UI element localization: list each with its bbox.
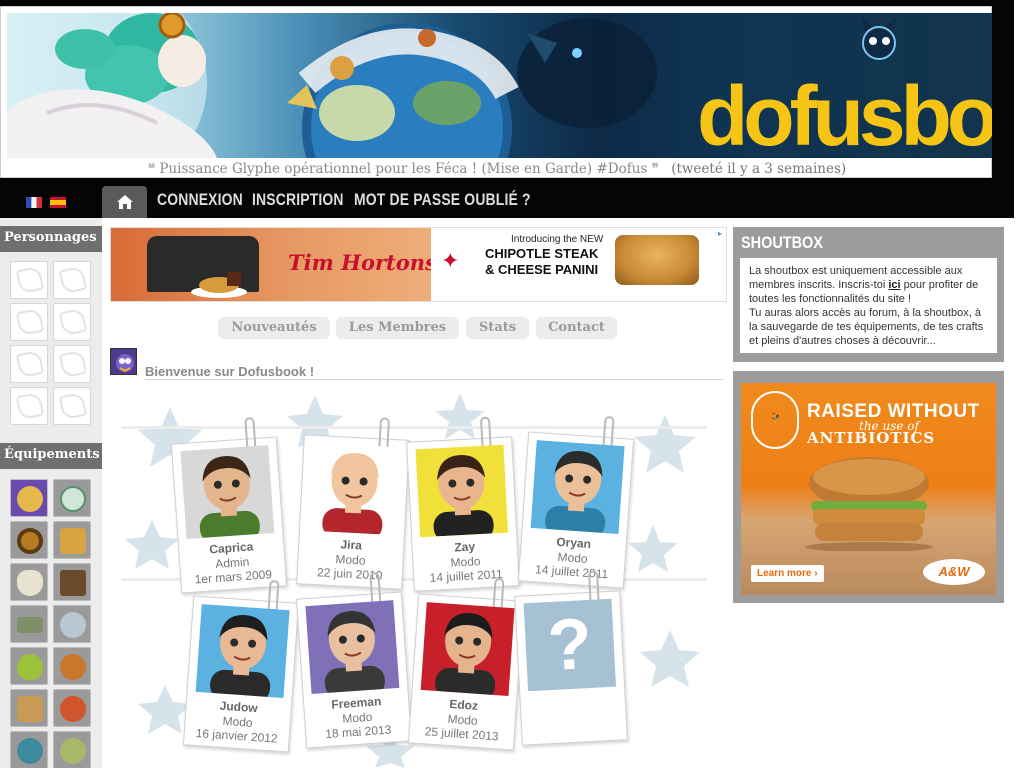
open-quote-icon: ❝ (147, 161, 156, 177)
team-card[interactable]: Oryan Modo 14 juillet 2011 (517, 415, 635, 589)
character-placeholder-icon (58, 265, 88, 295)
tab-stats[interactable]: Stats (466, 317, 529, 339)
character-slot[interactable] (10, 387, 48, 425)
team-board: Caprica Admin 1er mars 2009 Jira Modo 22 juin… (110, 385, 722, 768)
character-slot[interactable] (10, 261, 48, 299)
equipment-ornament-icon[interactable] (53, 731, 91, 768)
equipment-shield-icon[interactable] (10, 563, 48, 601)
banner-artwork: dofusbook (7, 13, 992, 158)
tweet-timestamp: (tweeté il y a 3 semaines) (671, 161, 847, 177)
ad-food-image (191, 272, 247, 298)
character-slot[interactable] (10, 303, 48, 341)
character-placeholder-icon (15, 391, 45, 421)
equipment-cloak-icon[interactable] (53, 563, 91, 601)
team-card[interactable]: Freeman Modo 18 mai 2013 (295, 572, 413, 749)
dofusbook-logo: dofusbook (697, 17, 992, 158)
shoutbox-panel: SHOUTBOX La shoutbox est uniquement acce… (733, 227, 1004, 362)
equipment-weapon-icon[interactable] (53, 605, 91, 643)
burger-image (805, 457, 933, 551)
character-placeholder-icon (58, 307, 88, 337)
tab-nouveautes[interactable]: Nouveautés (218, 317, 330, 339)
aw-logo: A&W (923, 559, 985, 585)
nav-inscription[interactable]: INSCRIPTION (252, 190, 344, 210)
character-placeholder-icon (58, 349, 88, 379)
divider (145, 379, 724, 380)
shoutbox-title: SHOUTBOX (741, 233, 823, 252)
member-avatar (420, 602, 515, 697)
top-advertisement[interactable]: Tim Hortons ✦ Introducing the NEW CHIPOT… (110, 227, 727, 302)
nav-forgot-password[interactable]: MOT DE PASSE OUBLIÉ ? (354, 190, 531, 210)
character-slot[interactable] (53, 303, 91, 341)
team-card[interactable]: Jira Modo 22 juin 2010 (296, 417, 410, 590)
question-mark-icon: ? (545, 603, 594, 687)
banner-image[interactable]: dofusbook (7, 13, 992, 158)
page-edge (1014, 218, 1024, 768)
team-card[interactable]: Edoz Modo 25 juillet 2013 (407, 577, 525, 751)
equipment-belt-icon[interactable] (10, 605, 48, 643)
member-avatar (415, 444, 509, 538)
member-avatar (530, 440, 625, 535)
equipment-dofus-icon[interactable] (10, 647, 48, 685)
tweet-text[interactable]: Puissance Glyphe opérationnel pour les F… (159, 161, 647, 177)
ad-side-line-3: ANTIBIOTICS (807, 429, 936, 447)
member-avatar (305, 600, 400, 695)
chicken-guarantee-seal: 🐓 (751, 391, 799, 449)
latest-tweet: ❝ Puissance Glyphe opérationnel pour les… (1, 161, 993, 177)
shoutbox-message: La shoutbox est uniquement accessible au… (740, 258, 997, 353)
unknown-avatar: ? (523, 598, 617, 692)
svg-text:dofusbook: dofusbook (697, 69, 992, 158)
ad-headline-1: CHIPOTLE STEAK (485, 246, 599, 261)
home-icon (116, 195, 133, 209)
member-avatar (195, 604, 290, 699)
equipment-boots-icon[interactable] (53, 521, 91, 559)
member-avatar (307, 442, 401, 536)
character-slot[interactable] (53, 345, 91, 383)
register-link[interactable]: ici (888, 279, 900, 291)
aw-ad[interactable]: 🐓 RAISED WITHOUT the use of ANTIBIOTICS … (741, 383, 996, 595)
character-slot[interactable] (10, 345, 48, 383)
maple-leaf-icon: ✦ (441, 249, 460, 274)
left-sidebar: Personnages Équipements (0, 218, 102, 768)
team-card[interactable]: Zay Modo 14 juillet 2011 (406, 416, 520, 592)
banner-frame: dofusbook ❝ Puissance Glyphe opérationne… (0, 6, 992, 178)
es-flag-icon[interactable] (50, 197, 66, 208)
ad-panini-image (615, 235, 699, 285)
hanging-wire (122, 426, 707, 429)
equipment-trophy-icon[interactable] (10, 689, 48, 727)
adchoices-icon[interactable]: ▸ (715, 229, 725, 239)
member-avatar (180, 445, 275, 540)
equipment-dofus-icon[interactable] (10, 731, 48, 768)
equipment-dragoturkey-icon[interactable] (53, 689, 91, 727)
learn-more-button[interactable]: Learn more › (751, 565, 824, 582)
ad-brand: Tim Hortons (288, 250, 437, 275)
tab-contact[interactable]: Contact (536, 317, 617, 339)
equipment-hat-icon[interactable] (10, 479, 48, 517)
character-placeholder-icon (15, 349, 45, 379)
nav-home-button[interactable] (102, 186, 147, 218)
character-placeholder-icon (58, 391, 88, 421)
team-card[interactable]: Caprica Admin 1er mars 2009 (170, 417, 288, 594)
character-slot[interactable] (53, 261, 91, 299)
close-quote-icon: ❞ (651, 161, 659, 177)
character-slot[interactable] (53, 387, 91, 425)
nav-connexion[interactable]: CONNEXION (157, 190, 243, 210)
welcome-title: Bienvenue sur Dofusbook ! (145, 364, 315, 379)
team-card-unknown[interactable]: ? (514, 570, 628, 746)
tab-les-membres[interactable]: Les Membres (336, 317, 459, 339)
fr-flag-icon[interactable] (26, 197, 42, 208)
team-card[interactable]: Judow Modo 16 janvier 2012 (182, 579, 300, 753)
shoutbox-text-2: Tu auras alors accès au forum, à la shou… (749, 307, 984, 347)
side-advertisement[interactable]: 🐓 RAISED WITHOUT the use of ANTIBIOTICS … (733, 371, 1004, 603)
character-placeholder-icon (15, 307, 45, 337)
equipment-amulet-icon[interactable] (53, 479, 91, 517)
characters-heading: Personnages (0, 226, 102, 252)
ad-intro: Introducing the NEW (511, 234, 604, 245)
ad-headline-2: & CHEESE PANINI (485, 262, 599, 277)
welcome-mascot-icon (110, 348, 137, 375)
equipment-heading: Équipements (0, 443, 102, 469)
character-placeholder-icon (15, 265, 45, 295)
ad-text-panel: ✦ Introducing the NEW CHIPOTLE STEAK & C… (431, 228, 726, 301)
equipment-pet-icon[interactable] (53, 647, 91, 685)
equipment-ring-icon[interactable] (10, 521, 48, 559)
